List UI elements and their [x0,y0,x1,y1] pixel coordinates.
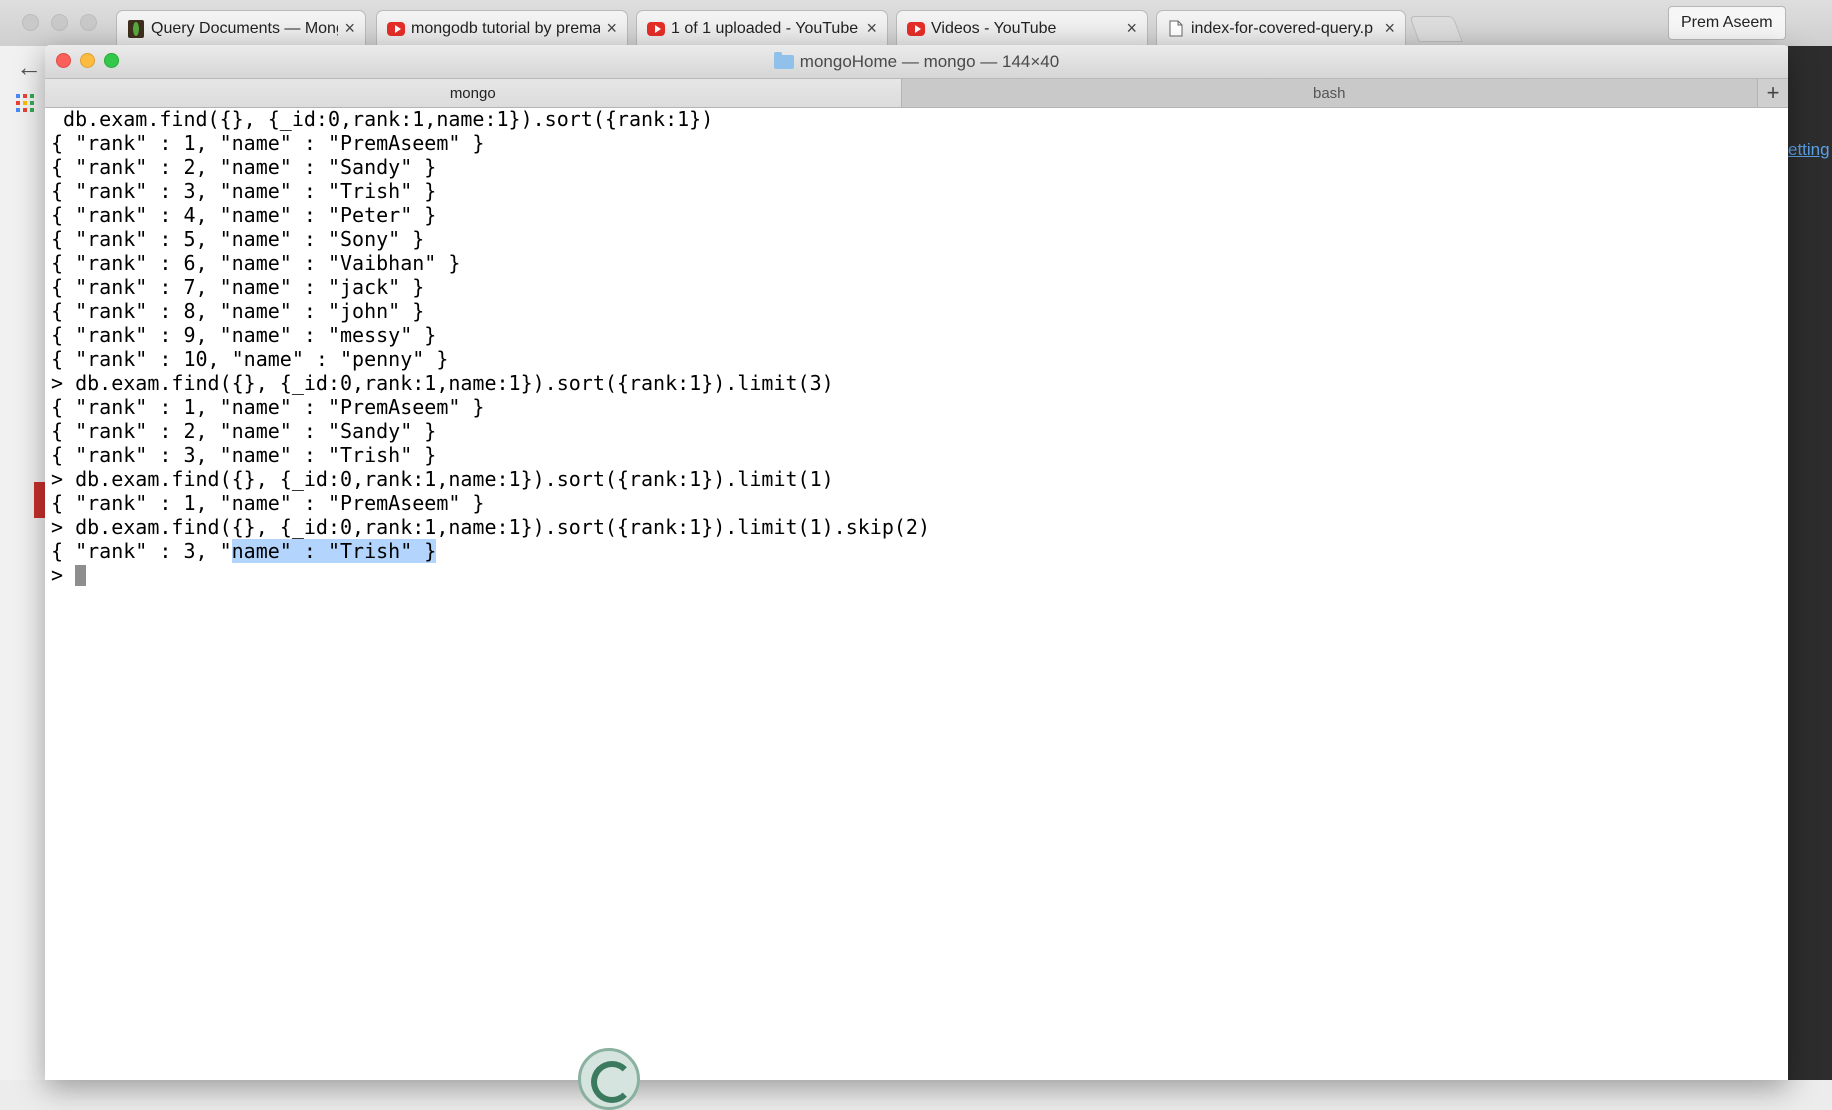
browser-content-right [1788,46,1832,1080]
zoom-window-button[interactable] [104,53,119,68]
terminal-line: { "rank" : 4, "name" : "Peter" } [51,203,437,227]
browser-tab-label: index-for-covered-query.p [1191,19,1374,37]
close-icon[interactable]: × [606,18,617,39]
terminal-title-text: mongoHome — mongo — 144×40 [799,51,1060,71]
youtube-icon [647,20,665,38]
back-arrow-icon[interactable]: ← [16,52,42,83]
terminal-line: { "rank" : 3, "name" : "Trish" } [51,443,437,467]
terminal-line: { "rank" : 2, "name" : "Sandy" } [51,155,437,179]
prompt-symbol: > [51,563,76,587]
terminal-line: { "rank" : 7, "name" : "jack" } [51,275,425,299]
browser-tab-index-covered-query[interactable]: index-for-covered-query.p × [1156,10,1406,46]
terminal-line: { "rank" : 5, "name" : "Sony" } [51,227,425,251]
terminal-line: { "rank" : 8, "name" : "john" } [51,299,425,323]
terminal-prompt-line[interactable]: > [51,563,1788,587]
terminal-titlebar: mongoHome — mongo — 144×40 [45,45,1788,79]
browser-tab-mongodb-tutorial[interactable]: mongodb tutorial by prema × [376,10,628,46]
terminal-line: > db.exam.find({}, {_id:0,rank:1,name:1}… [51,515,930,539]
youtube-icon [907,20,925,38]
close-icon[interactable]: × [344,18,355,39]
terminal-line-selected: { "rank" : 3, "name" : "Trish" } [51,539,1788,563]
browser-close-dot[interactable] [22,14,39,31]
text-selection[interactable]: name" : "Trish" } [231,539,437,563]
dock-app-icon[interactable] [578,1048,640,1110]
add-tab-icon[interactable]: + [1757,79,1788,107]
text-cursor [75,565,87,586]
terminal-title: mongoHome — mongo — 144×40 [45,45,1788,78]
close-window-button[interactable] [56,53,71,68]
terminal-line: { "rank" : 10, "name" : "penny" } [51,347,449,371]
browser-maximize-dot[interactable] [80,14,97,31]
close-icon[interactable]: × [1126,18,1137,39]
youtube-icon [387,20,405,38]
browser-tab-label: mongodb tutorial by prema [411,19,601,37]
terminal-line: { "rank" : 6, "name" : "Vaibhan" } [51,251,461,275]
terminal-output[interactable]: db.exam.find({}, {_id:0,rank:1,name:1}).… [45,107,1788,1080]
profile-button[interactable]: Prem Aseem [1668,6,1786,40]
terminal-line: { "rank" : 3, "name" : "Trish" } [51,179,437,203]
browser-tab-label: Videos - YouTube [931,19,1057,37]
browser-tab-bar: Query Documents — Mong × mongodb tutoria… [0,0,1832,46]
terminal-tab-bash[interactable]: bash [901,79,1757,107]
terminal-line: db.exam.find({}, {_id:0,rank:1,name:1}).… [51,107,714,131]
terminal-window-controls [56,53,119,68]
terminal-line: { "rank" : 9, "name" : "messy" } [51,323,437,347]
terminal-line: { "rank" : 1, "name" : "PremAseem" } [51,395,485,419]
apps-grid-icon[interactable] [16,94,34,112]
terminal-tab-bar: mongo bash + [45,79,1788,108]
browser-tab-videos-youtube[interactable]: Videos - YouTube × [896,10,1148,46]
terminal-line: > db.exam.find({}, {_id:0,rank:1,name:1}… [51,371,834,395]
browser-tab-label: 1 of 1 uploaded - YouTube [671,19,859,37]
close-icon[interactable]: × [866,18,877,39]
settings-link[interactable]: etting [1788,140,1830,160]
browser-tab-uploaded-youtube[interactable]: 1 of 1 uploaded - YouTube × [636,10,888,46]
browser-minimize-dot[interactable] [51,14,68,31]
mongodb-leaf-icon [127,19,145,38]
terminal-window: mongoHome — mongo — 144×40 mongo bash + … [45,45,1788,1080]
terminal-line: { "rank" : 1, "name" : "PremAseem" } [51,491,485,515]
terminal-tab-mongo[interactable]: mongo [45,79,902,107]
terminal-line: { "rank" : 2, "name" : "Sandy" } [51,419,437,443]
close-icon[interactable]: × [1384,18,1395,39]
folder-icon [773,51,794,69]
terminal-line: > db.exam.find({}, {_id:0,rank:1,name:1}… [51,467,834,491]
document-icon [1167,20,1185,38]
browser-window-controls [22,14,97,31]
browser-tab-label: Query Documents — Mong [151,19,339,37]
terminal-line: { "rank" : 1, "name" : "PremAseem" } [51,131,485,155]
terminal-text: { "rank" : 3, " [51,539,232,563]
new-tab-button[interactable] [1409,16,1463,42]
browser-tab-query-documents[interactable]: Query Documents — Mong × [116,10,366,46]
browser-content-left [0,46,46,1080]
minimize-window-button[interactable] [80,53,95,68]
